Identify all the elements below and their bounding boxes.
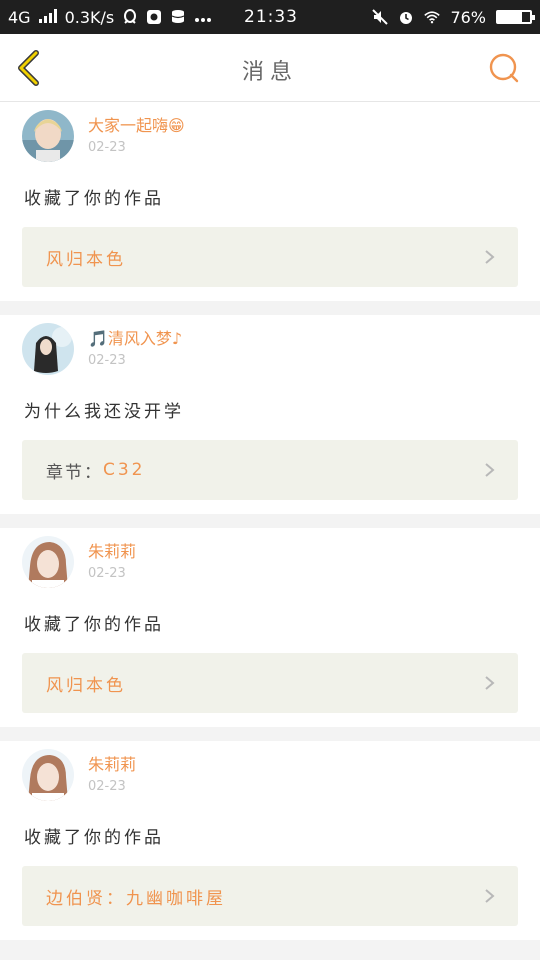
user-meta: 朱莉莉 02-23 xyxy=(88,536,136,581)
chevron-right-icon xyxy=(485,463,495,477)
network-speed: 0.3K/s xyxy=(64,7,115,27)
user-meta: 大家一起嗨😁 02-23 xyxy=(88,110,185,155)
chevron-right-icon xyxy=(485,676,495,690)
message-card: 朱莉莉 02-23 收藏了你的作品 边伯贤：九幽咖啡屋 xyxy=(0,741,540,940)
reference-title: 风归本色 xyxy=(46,249,126,270)
referenced-work-link[interactable]: 风归本色 xyxy=(22,227,518,287)
top-nav-bar: 消息 xyxy=(0,34,540,102)
clock: 21:33 xyxy=(244,7,298,27)
reference-title: 风归本色 xyxy=(46,675,126,696)
search-button[interactable] xyxy=(488,52,520,84)
battery-percent: 76% xyxy=(450,7,486,27)
message-card: 🎵清风入梦♪ 02-23 为什么我还没开学 章节： C32 xyxy=(0,315,540,514)
timestamp: 02-23 xyxy=(88,353,126,368)
alarm-icon xyxy=(398,9,414,25)
message-header: 朱莉莉 02-23 xyxy=(22,749,518,811)
page-title: 消息 xyxy=(241,60,298,85)
message-header: 朱莉莉 02-23 xyxy=(22,536,518,598)
message-card: 大家一起嗨😁 02-23 收藏了你的作品 风归本色 xyxy=(0,102,540,301)
message-header: 大家一起嗨😁 02-23 xyxy=(22,110,518,172)
username[interactable]: 大家一起嗨😁 xyxy=(88,116,185,136)
message-text: 收藏了你的作品 xyxy=(24,828,164,848)
referenced-work-link[interactable]: 边伯贤：九幽咖啡屋 xyxy=(22,866,518,926)
username[interactable]: 朱莉莉 xyxy=(88,755,136,775)
qq-icon xyxy=(122,9,138,25)
user-meta: 🎵清风入梦♪ 02-23 xyxy=(88,323,182,368)
referenced-chapter-link[interactable]: 章节： C32 xyxy=(22,440,518,500)
app-notification-icon xyxy=(146,9,162,25)
username[interactable]: 🎵清风入梦♪ xyxy=(88,329,182,349)
avatar[interactable] xyxy=(22,110,74,162)
storage-icon xyxy=(170,9,186,25)
search-icon xyxy=(489,53,519,83)
chevron-right-icon xyxy=(485,889,495,903)
signal-icon xyxy=(38,8,57,27)
network-type: 4G xyxy=(8,7,31,27)
message-header: 🎵清风入梦♪ 02-23 xyxy=(22,323,518,385)
chevron-right-icon xyxy=(485,250,495,264)
message-text: 收藏了你的作品 xyxy=(24,189,164,209)
reference-title: 边伯贤：九幽咖啡屋 xyxy=(46,888,226,909)
username[interactable]: 朱莉莉 xyxy=(88,542,136,562)
reference-title: C32 xyxy=(103,460,146,480)
avatar[interactable] xyxy=(22,749,74,801)
timestamp: 02-23 xyxy=(88,566,126,581)
message-text: 收藏了你的作品 xyxy=(24,615,164,635)
message-card: 朱莉莉 02-23 收藏了你的作品 风归本色 xyxy=(0,528,540,727)
message-list: 大家一起嗨😁 02-23 收藏了你的作品 风归本色 🎵清风入梦♪ 02-23 为… xyxy=(0,102,540,954)
user-meta: 朱莉莉 02-23 xyxy=(88,749,136,794)
referenced-work-link[interactable]: 风归本色 xyxy=(22,653,518,713)
more-notifications-icon xyxy=(194,8,212,27)
timestamp: 02-23 xyxy=(88,140,126,155)
battery-icon xyxy=(496,10,535,24)
avatar[interactable] xyxy=(22,323,74,375)
timestamp: 02-23 xyxy=(88,779,126,794)
reference-label: 章节： xyxy=(46,462,103,483)
avatar[interactable] xyxy=(22,536,74,588)
message-text: 为什么我还没开学 xyxy=(24,402,184,422)
status-bar: 4G 0.3K/s 21:33 76% xyxy=(0,0,540,34)
mute-icon xyxy=(372,9,389,25)
wifi-icon xyxy=(424,9,441,25)
